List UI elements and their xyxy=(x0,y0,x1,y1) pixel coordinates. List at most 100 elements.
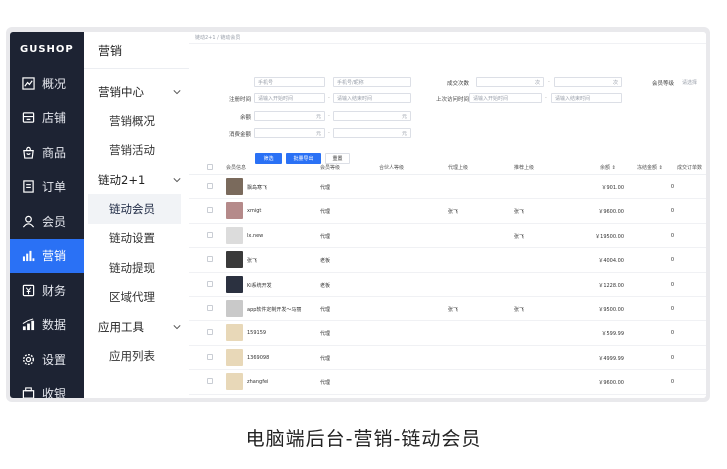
row-checkbox[interactable] xyxy=(207,304,213,311)
trade-count-max-input[interactable]: 次 xyxy=(554,77,622,87)
referrer: 张飞 xyxy=(514,233,525,240)
balance-value: ￥9600.00 xyxy=(598,380,624,387)
nav-label: 会员 xyxy=(42,214,67,229)
frozen-value: 0 xyxy=(670,379,674,386)
member-level: 代理 xyxy=(320,185,331,191)
sub-group-marketing-center[interactable]: 营销中心 xyxy=(84,77,189,106)
unit-yuan: 元 xyxy=(401,113,407,120)
consume-max-input[interactable]: 元 xyxy=(333,128,411,138)
sub-group-app-tools[interactable]: 应用工具 xyxy=(84,312,189,341)
col-agent-superior: 代理上级 xyxy=(448,165,469,171)
sub-group-chain-2plus1[interactable]: 链动2+1 xyxy=(84,165,189,194)
nav-item-finance[interactable]: 财务 xyxy=(10,273,84,308)
sub-item-chain-withdraw[interactable]: 链动提现 xyxy=(84,253,189,283)
balance-max-input[interactable]: 元 xyxy=(333,111,411,121)
bars-icon xyxy=(22,249,35,262)
members-table: 会员信息 会员等级 合伙人等级 代理上级 推荐上级 余额 ⇕ 冻结金额 ⇕ 成交… xyxy=(189,160,706,395)
sub-item-chain-members[interactable]: 链动会员 xyxy=(88,194,181,224)
table-row[interactable]: 1369098 代理 ￥4999.99 0 xyxy=(189,346,706,371)
nav-item-goods[interactable]: 商品 xyxy=(10,135,84,170)
col-referrer[interactable]: 推荐上级 xyxy=(514,164,534,171)
last-visit-start-input[interactable]: 请输入开始时间 xyxy=(469,93,542,103)
nav-item-overview[interactable]: 概况 xyxy=(10,66,84,101)
col-order-count: 成交订单数 xyxy=(677,165,703,171)
account-input[interactable]: 手机号/昵称 xyxy=(333,77,411,87)
agent-superior: 张飞 xyxy=(448,209,459,216)
nav-item-cashier[interactable]: 收银 xyxy=(10,377,84,398)
nav-item-members[interactable]: 会员 xyxy=(10,204,84,239)
table-row[interactable]: xmigt 代理 张飞 张飞 ￥9600.00 0 xyxy=(189,199,706,224)
balance-value: ￥901.00 xyxy=(601,185,625,191)
sub-item-chain-settings[interactable]: 链动设置 xyxy=(84,224,189,254)
table-row[interactable]: 159159 代理 ￥599.99 0 xyxy=(189,321,706,346)
admin-window: GUSHOP 概况 店铺 商品 订单 会员 营销 财务 数据 设置 收银 营销 … xyxy=(10,32,706,398)
table-row[interactable]: zhangfei 代理 ￥9600.00 0 xyxy=(189,370,706,395)
avatar xyxy=(226,324,243,342)
chevron-down-icon xyxy=(173,324,181,329)
main-sidebar: GUSHOP 概况 店铺 商品 订单 会员 营销 财务 数据 设置 收银 xyxy=(10,32,84,398)
nav-item-data[interactable]: 数据 xyxy=(10,308,84,343)
table-row[interactable]: app软件定制开发～马丽 代理 张飞 张飞 ￥9500.00 0 xyxy=(189,297,706,322)
table-body: 飘岛寒飞 代理 ￥901.00 0 xmigt 代理 张飞 张飞 ￥9600.00 0 lx.new… xyxy=(189,175,706,395)
row-checkbox[interactable] xyxy=(207,183,213,189)
user-icon xyxy=(22,215,35,228)
row-checkbox[interactable] xyxy=(207,280,213,287)
table-row[interactable]: 飘岛寒飞 代理 ￥901.00 0 xyxy=(189,175,706,200)
sub-item-marketing-overview[interactable]: 营销概况 xyxy=(84,106,189,136)
row-checkbox[interactable] xyxy=(207,378,213,385)
member-name: app软件定制开发～马丽 xyxy=(247,306,302,313)
member-name: zhangfei xyxy=(247,379,269,386)
balance-min-input[interactable]: 元 xyxy=(254,111,325,121)
table-row[interactable]: 张飞 老板 ￥4004.00 0 xyxy=(189,248,706,273)
unit-yuan: 元 xyxy=(315,130,321,137)
nav-item-orders[interactable]: 订单 xyxy=(10,170,84,205)
table-row[interactable]: lx.new 代理 张飞 ￥19500.00 0 xyxy=(189,224,706,249)
member-level: 代理 xyxy=(320,331,331,338)
sub-item-app-list[interactable]: 应用列表 xyxy=(84,341,189,371)
member-level: 老板 xyxy=(320,258,331,265)
balance-value: ￥9500.00 xyxy=(598,306,624,313)
trade-count-min-input[interactable]: 次 xyxy=(476,77,544,87)
account-type-select[interactable]: 手机号 xyxy=(254,77,325,87)
sub-item-marketing-activity[interactable]: 营销活动 xyxy=(84,136,189,166)
sub-item-region-agent[interactable]: 区域代理 xyxy=(84,283,189,313)
consume-min-input[interactable]: 元 xyxy=(254,128,325,138)
main-content: 链动2+1 / 链动会员 账号 手机号 手机号/昵称 成交次数 次 - 次 会员… xyxy=(189,32,706,398)
member-level-select[interactable]: 请选择 xyxy=(679,77,706,87)
row-checkbox[interactable] xyxy=(207,256,213,263)
balance-value: ￥1228.00 xyxy=(598,282,624,289)
nav-item-store[interactable]: 店铺 xyxy=(10,101,84,136)
sub-group-label: 营销中心 xyxy=(98,84,144,99)
filter-panel: 账号 手机号 手机号/昵称 成交次数 次 - 次 会员等级 请选择 注册时间 请… xyxy=(189,44,706,164)
nav-item-settings[interactable]: 设置 xyxy=(10,342,84,377)
row-checkbox[interactable] xyxy=(207,231,213,238)
select-all-checkbox[interactable] xyxy=(207,164,213,170)
consume-amount-label: 消费金额 xyxy=(228,132,251,138)
last-visit-end-input[interactable]: 请输入结束时间 xyxy=(551,93,622,103)
col-frozen-amount[interactable]: 冻结金额 ⇕ xyxy=(637,164,663,171)
member-level: 代理 xyxy=(320,380,331,387)
table-row[interactable]: Ki系统开发 老板 ￥1228.00 0 xyxy=(189,273,706,297)
nav-label: 订单 xyxy=(42,180,67,195)
nav-label: 收银 xyxy=(42,387,67,398)
frozen-value: 0 xyxy=(670,184,674,190)
row-checkbox[interactable] xyxy=(207,353,213,360)
chevron-down-icon xyxy=(173,89,181,94)
nav-item-marketing[interactable]: 营销 xyxy=(10,238,84,273)
frozen-value: 0 xyxy=(670,281,674,288)
member-level: 代理 xyxy=(320,233,331,240)
row-checkbox[interactable] xyxy=(207,207,213,214)
row-checkbox[interactable] xyxy=(207,329,213,336)
range-dash: - xyxy=(545,95,547,101)
chevron-down-icon xyxy=(173,177,181,182)
frozen-value: 0 xyxy=(670,330,674,337)
frozen-value: 0 xyxy=(670,257,674,264)
register-start-input[interactable]: 请输入开始时间 xyxy=(254,93,325,103)
nav-label: 财务 xyxy=(42,283,67,298)
balance-value: ￥599.99 xyxy=(601,331,625,338)
col-balance[interactable]: 余额 ⇕ xyxy=(600,164,616,171)
register-end-input[interactable]: 请输入结束时间 xyxy=(333,93,411,103)
col-member-level: 会员等级 xyxy=(320,165,341,171)
member-name: Ki系统开发 xyxy=(247,282,272,289)
member-level: 老板 xyxy=(320,282,331,289)
